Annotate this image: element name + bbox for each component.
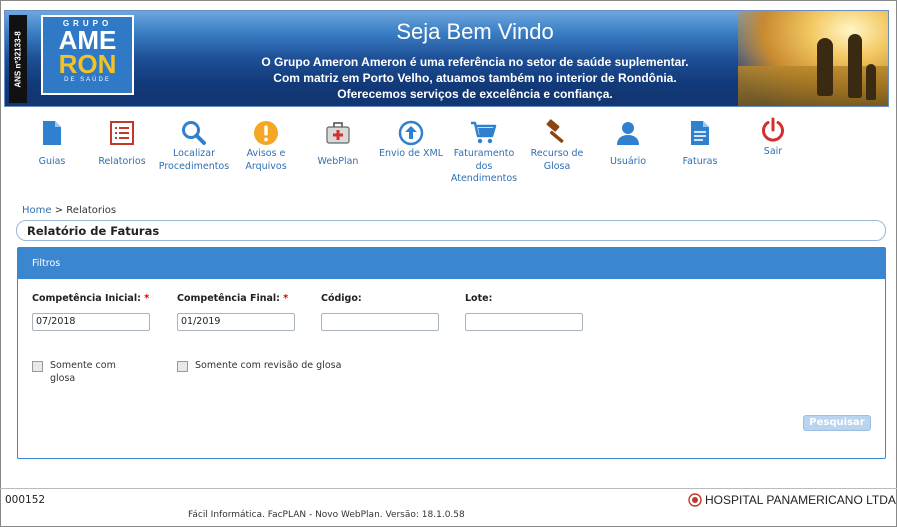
- warning-icon: [228, 118, 304, 148]
- banner-line-3: Oferecemos serviços de excelência e conf…: [337, 87, 613, 101]
- nav-usuario[interactable]: Usuário: [590, 118, 666, 169]
- competencia-inicial-label: Competência Inicial: *: [32, 293, 150, 304]
- competencia-final-group: Competência Final: *: [177, 293, 295, 331]
- nav-relatorios[interactable]: Relatorios: [84, 118, 160, 169]
- nav-avisos-arquivos[interactable]: Avisos e Arquivos: [228, 118, 304, 173]
- lote-label: Lote:: [465, 293, 493, 304]
- nav-localizar-procedimentos[interactable]: Localizar Procedimentos: [156, 118, 232, 173]
- nav-webplan[interactable]: WebPlan: [300, 118, 376, 169]
- lote-input[interactable]: [465, 312, 583, 331]
- required-marker: *: [283, 293, 289, 304]
- footer-hospital: HOSPITAL PANAMERICANO LTDA: [688, 493, 896, 507]
- breadcrumb-separator: >: [54, 205, 64, 216]
- gavel-icon: [519, 118, 595, 148]
- cart-icon: [446, 118, 522, 148]
- breadcrumb: Home > Relatorios: [22, 205, 116, 216]
- competencia-final-input[interactable]: [177, 312, 295, 331]
- ameron-logo: GRUPO AME RON DE SAÚDE: [41, 15, 134, 95]
- required-marker: *: [144, 293, 150, 304]
- breadcrumb-home-link[interactable]: Home: [22, 205, 52, 216]
- ans-registration: ANS nº32133-8: [9, 15, 27, 103]
- document-icon: [14, 118, 90, 148]
- checkbox-box[interactable]: [177, 361, 188, 372]
- somente-glosa-label: Somente com glosa: [50, 360, 116, 384]
- codigo-group: Código:: [321, 293, 439, 331]
- competencia-final-label: Competência Final: *: [177, 293, 289, 304]
- banner-line-1: O Grupo Ameron Ameron é uma referência n…: [261, 55, 689, 69]
- nav-faturas[interactable]: Faturas: [662, 118, 738, 169]
- nav-recurso-glosa[interactable]: Recurso de Glosa: [519, 118, 595, 173]
- codigo-input[interactable]: [321, 312, 439, 331]
- power-icon: [735, 117, 811, 142]
- nav-sair[interactable]: Sair: [735, 117, 811, 159]
- medical-kit-icon: [300, 118, 376, 148]
- nav-guias[interactable]: Guias: [14, 118, 90, 169]
- report-icon: [84, 118, 160, 148]
- checkbox-box[interactable]: [32, 361, 43, 372]
- search-button[interactable]: Pesquisar: [803, 415, 871, 431]
- footer-code: 000152: [5, 494, 46, 506]
- codigo-label: Código:: [321, 293, 362, 304]
- invoice-icon: [662, 118, 738, 148]
- competencia-inicial-group: Competência Inicial: *: [32, 293, 150, 331]
- somente-glosa-checkbox[interactable]: Somente com glosa: [32, 359, 142, 385]
- search-icon: [156, 118, 232, 148]
- competencia-inicial-input[interactable]: [32, 312, 150, 331]
- footer-version: Fácil Informática. FacPLAN - Novo WebPla…: [188, 510, 465, 520]
- upload-icon: [373, 118, 449, 148]
- hospital-icon: [688, 493, 702, 507]
- somente-revisao-checkbox[interactable]: Somente com revisão de glosa: [177, 359, 341, 372]
- breadcrumb-current: Relatorios: [66, 205, 117, 216]
- banner-line-2: Com matriz em Porto Velho, atuamos també…: [273, 71, 677, 85]
- main-nav: Guias Relatorios Localizar Procedimentos…: [14, 117, 814, 190]
- header-banner: ANS nº32133-8 GRUPO AME RON DE SAÚDE Sej…: [4, 10, 889, 107]
- nav-envio-xml[interactable]: Envio de XML: [373, 118, 449, 161]
- user-icon: [590, 118, 666, 148]
- family-photo: [817, 38, 833, 96]
- page-title-bar: Relatório de Faturas: [16, 220, 886, 241]
- lote-group: Lote:: [465, 293, 583, 331]
- nav-faturamento-atendimentos[interactable]: Faturamento dos Atendimentos: [446, 118, 522, 186]
- somente-revisao-label: Somente com revisão de glosa: [195, 360, 342, 371]
- footer-divider: [0, 488, 897, 489]
- welcome-title: Seja Bem Vindo: [396, 19, 554, 44]
- filters-header: Filtros: [18, 248, 885, 279]
- page-title: Relatório de Faturas: [27, 224, 160, 238]
- filters-panel: Filtros Competência Inicial: * Competênc…: [17, 247, 886, 459]
